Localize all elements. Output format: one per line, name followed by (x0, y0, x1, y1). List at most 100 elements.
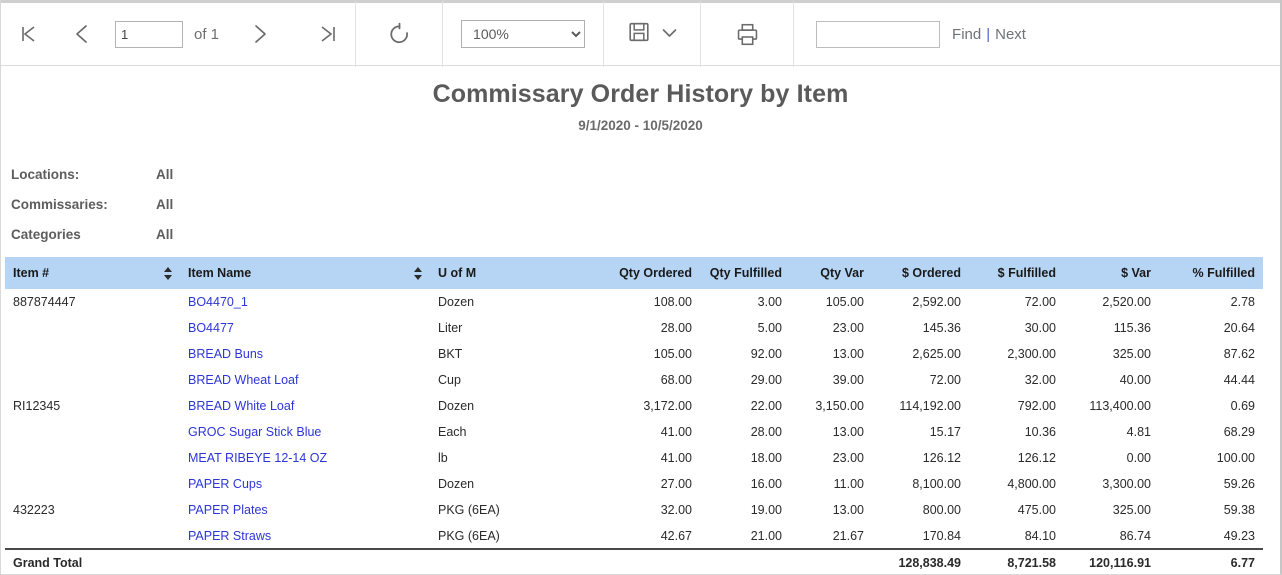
item-name-link[interactable]: MEAT RIBEYE 12-14 OZ (188, 451, 327, 465)
filter-value-locations: All (156, 166, 174, 182)
next-page-button[interactable] (233, 2, 287, 66)
cell-qty-var: 105.00 (825, 295, 864, 309)
table-row: 432223 PAPER Plates PKG (6EA) 32.00 19.00 13.… (5, 497, 1263, 523)
cell-item-name: BREAD White Loaf (180, 393, 430, 419)
find-input[interactable] (816, 20, 941, 48)
cell-qty-var: 13.00 (832, 503, 864, 517)
cell-amt-ordered: 2,592.00 (912, 295, 961, 309)
item-name-link[interactable]: PAPER Straws (188, 529, 271, 543)
cell-uom: Dozen (438, 295, 475, 309)
previous-page-button[interactable] (55, 2, 109, 66)
grand-total-amt-ordered: 128,838.49 (872, 548, 969, 574)
cell-pct-fulfilled: 2.78 (1230, 295, 1255, 309)
filter-label-locations: Locations: (11, 166, 80, 182)
cell-item-name: GROC Sugar Stick Blue (180, 419, 430, 445)
grand-total-row: Grand Total 128,838.49 8,721.58 120,116.… (5, 548, 1263, 574)
cell-item-no (5, 419, 180, 445)
filter-row-locations: Locations: All (11, 159, 1280, 189)
page-number-input[interactable] (115, 20, 183, 48)
filter-label-categories: Categories (11, 226, 81, 242)
find-button[interactable]: Find (952, 26, 981, 43)
cell-item-no: 887874447 (13, 295, 76, 309)
item-name-link[interactable]: PAPER Cups (188, 477, 262, 491)
cell-item-no (5, 523, 180, 549)
cell-qty-var: 39.00 (832, 373, 864, 387)
cell-qty-fulfilled: 3.00 (757, 295, 782, 309)
cell-item-name: BREAD Buns (180, 341, 430, 367)
refresh-icon (387, 22, 412, 47)
cell-pct-fulfilled: 0.69 (1230, 399, 1255, 413)
refresh-button[interactable] (356, 2, 442, 66)
item-name-link[interactable]: BO4470_1 (188, 295, 248, 309)
cell-qty-var: 23.00 (832, 321, 864, 335)
cell-item-name: MEAT RIBEYE 12-14 OZ (180, 445, 430, 471)
cell-qty-ordered: 3,172.00 (643, 399, 692, 413)
grand-total-qty-ordered (605, 548, 700, 574)
cell-amt-var: 2,520.00 (1102, 295, 1151, 309)
cell-qty-fulfilled: 18.00 (750, 451, 782, 465)
grand-total-pct-fulfilled: 6.77 (1159, 548, 1263, 574)
cell-pct-fulfilled: 20.64 (1223, 321, 1255, 335)
find-separator: | (986, 25, 991, 43)
filter-value-commissaries: All (156, 196, 174, 212)
table-row: RI12345 BREAD White Loaf Dozen 3,172.00 22.0… (5, 393, 1263, 419)
table-header-row: Item # Item Name U of M Qty Ordered Qty … (5, 257, 1263, 289)
item-name-link[interactable]: BO4477 (188, 321, 234, 335)
cell-amt-fulfilled: 72.00 (1024, 295, 1056, 309)
cell-amt-var: 325.00 (1112, 503, 1151, 517)
cell-pct-fulfilled: 44.44 (1223, 373, 1255, 387)
cell-uom: Cup (438, 373, 461, 387)
table-row: MEAT RIBEYE 12-14 OZ lb 41.00 18.00 23.00 126… (5, 445, 1263, 471)
item-name-link[interactable]: BREAD Wheat Loaf (188, 373, 298, 387)
column-header-item-name[interactable]: Item Name (180, 257, 430, 289)
previous-page-icon (71, 23, 93, 45)
cell-uom: Dozen (438, 477, 475, 491)
report-canvas: Commissary Order History by Item 9/1/202… (1, 80, 1280, 574)
report-viewer: of 1 (0, 0, 1282, 575)
first-page-icon (17, 23, 39, 45)
print-button[interactable] (701, 2, 793, 66)
cell-pct-fulfilled: 87.62 (1223, 347, 1255, 361)
last-page-button[interactable] (301, 2, 355, 66)
cell-qty-var: 13.00 (832, 347, 864, 361)
column-label: Item # (13, 266, 50, 280)
zoom-select[interactable]: 100% (461, 20, 586, 48)
export-button[interactable] (604, 2, 700, 66)
pagination-group: of 1 (1, 1, 357, 67)
item-name-link[interactable]: BREAD Buns (188, 347, 263, 361)
find-next-button[interactable]: Next (995, 26, 1026, 43)
item-name-link[interactable]: GROC Sugar Stick Blue (188, 425, 321, 439)
save-disk-icon (627, 20, 651, 49)
cell-qty-fulfilled: 19.00 (750, 503, 782, 517)
cell-amt-fulfilled: 84.10 (1024, 528, 1056, 543)
cell-amt-ordered: 145.36 (922, 321, 961, 335)
cell-uom: PKG (6EA) (438, 528, 500, 543)
table-row: PAPER Cups Dozen 27.00 16.00 11.00 8,100.00 4,… (5, 471, 1263, 497)
cell-amt-fulfilled: 792.00 (1017, 399, 1056, 413)
find-group: Find | Next (794, 1, 1026, 67)
cell-amt-ordered: 72.00 (929, 373, 961, 387)
sort-toggle-icon[interactable] (414, 266, 422, 280)
table-row: BREAD Wheat Loaf Cup 68.00 29.00 39.00 72.00 3… (5, 367, 1263, 393)
cell-item-no: RI12345 (13, 399, 61, 413)
column-header-item-no[interactable]: Item # (5, 257, 180, 289)
cell-qty-ordered: 27.00 (660, 477, 692, 491)
page-title: Commissary Order History by Item (432, 80, 849, 108)
cell-pct-fulfilled: 49.23 (1223, 528, 1255, 543)
cell-amt-fulfilled: 2,300.00 (1007, 347, 1056, 361)
item-name-link[interactable]: PAPER Plates (188, 503, 268, 517)
grand-total-label: Grand Total (5, 548, 180, 574)
sort-toggle-icon[interactable] (164, 266, 172, 280)
cell-amt-fulfilled: 4,800.00 (1007, 477, 1056, 491)
table-row: GROC Sugar Stick Blue Each 41.00 28.00 13.00… (5, 419, 1263, 445)
page-count-label: of 1 (194, 25, 220, 43)
cell-amt-var: 0.00 (1126, 451, 1151, 465)
cell-amt-fulfilled: 32.00 (1024, 373, 1056, 387)
item-name-link[interactable]: BREAD White Loaf (188, 399, 294, 413)
export-group (604, 1, 702, 67)
cell-item-no (5, 341, 180, 367)
first-page-button[interactable] (1, 2, 55, 66)
cell-pct-fulfilled: 68.29 (1223, 425, 1255, 439)
cell-amt-ordered: 170.84 (922, 528, 961, 543)
refresh-group (356, 1, 444, 67)
